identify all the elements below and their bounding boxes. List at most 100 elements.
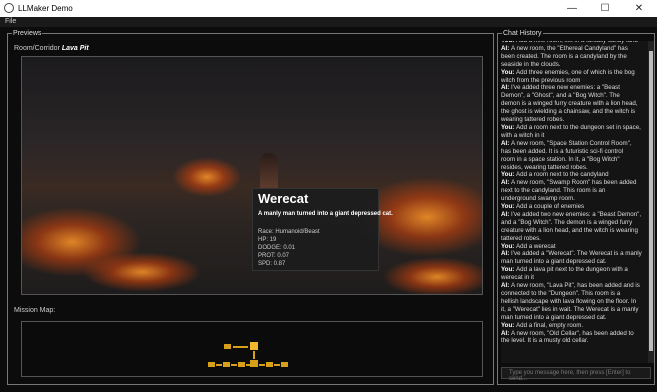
map-corridor [233,346,248,348]
minimize-button[interactable]: — [557,0,587,17]
chat-text: A new room, "Lava Pit", has been added a… [510,282,640,290]
chat-text: Add a room next to the dungeon set in sp… [516,123,641,131]
chat-line: Demon", a "Ghost", and a "Bog Witch". Th… [501,92,648,100]
chat-line: has been added. It is a futuristic sci-f… [501,148,648,156]
chat-line: You: Add a lava pit next to the dungeon … [501,266,648,274]
chat-text: Add three enemies, one of which is the b… [516,68,635,76]
chat-line: creature with a lion head, and the witch… [501,227,648,235]
scrollbar-thumb[interactable] [649,51,653,351]
chat-text: Add a werecat [516,242,556,250]
chat-text: underground swamp room. [501,195,575,203]
chat-text: resides, wearing tattered robes. [501,163,588,171]
chat-text: connected to the "Dungeon". This room is… [501,290,621,297]
chat-line: hellish landscape with lava flowing on t… [501,298,648,306]
chat-line: underground swamp room. [501,195,648,203]
chat-line: You: Add a werecat [501,243,648,251]
map-room-current[interactable] [250,342,258,350]
map-room[interactable] [238,362,245,367]
chat-scrollbar[interactable] [648,41,654,363]
chat-text: seaside in the clouds. [501,60,561,68]
lava-glow [382,257,482,294]
enemy-spd: SPD: 0.87 [258,261,286,267]
chat-text: creature with a lion head, and the witch… [501,226,638,234]
chat-line: the ghost is wielding a chainsaw, and th… [501,108,648,116]
chat-line: You: Add a room next to the dungeon set … [501,124,648,132]
chat-line: been created. The room is a candyland by… [501,53,648,61]
chat-line: man turned into a giant depressed cat. [501,314,648,322]
room-prefix: Room/Corridor [14,45,60,52]
chat-speaker: You: [501,321,517,329]
maximize-button[interactable]: ☐ [590,0,620,17]
chat-speaker: You: [501,171,517,179]
chat-text: Add a lava pit next to the dungeon with … [516,266,628,274]
chat-text: the level. It is a musty old cellar. [501,337,589,345]
enemy-tooltip: Werecat A manly man turned into a giant … [252,188,393,271]
map-corridor [216,364,222,366]
chat-line: demon is a winged furry creature with a … [501,100,648,108]
map-room[interactable] [266,362,273,367]
app-icon [4,3,14,13]
chat-text: it, a "Werecat" lies in wait. The Wereca… [501,305,639,313]
chat-line: it, a "Werecat" lies in wait. The Wereca… [501,306,648,314]
chat-speaker: AI: [501,250,511,258]
room-label: Room/Corridor Lava Pit [14,45,89,52]
chat-line: man turned into a giant depressed cat. [501,258,648,266]
close-button[interactable]: ✕ [624,0,654,17]
enemy-description: A manly man turned into a giant depresse… [258,211,393,217]
chat-line: You: Add three enemies, one of which is … [501,69,648,77]
chat-line: AI: I've added three new enemies: a "Bea… [501,84,648,92]
chat-line: seaside in the clouds. [501,61,648,69]
chat-line: wearing tattered robes. [501,116,648,124]
map-corridor [246,364,250,366]
lava-glow [172,157,242,197]
map-room[interactable] [208,362,215,367]
chat-line: You: Add a room next to the candyland [501,171,648,179]
menu-bar: File [0,17,657,27]
map-corridor [253,351,255,359]
chat-speaker: AI: [501,210,511,218]
chat-line: the level. It is a musty old cellar. [501,337,648,345]
map-corridor [274,364,280,366]
chat-line: You: Add a couple of enemies [501,203,648,211]
chat-speaker: You: [501,68,517,76]
map-room[interactable] [281,362,288,367]
chat-text: with a witch in it [501,131,545,139]
chat-line: tattered robes. [501,235,648,243]
chat-line: AI: A new room, "Lava Pit", has been add… [501,282,648,290]
enemy-race: Race: Humanoid/Beast [258,229,320,235]
chat-text: witch from the previous room [501,76,581,84]
chat-text: A new room, "Space Station Control Room"… [510,139,632,147]
enemy-dodge: DODGE: 0.01 [258,245,296,251]
window-title: LLMaker Demo [18,4,73,13]
map-corridor [259,364,265,366]
chat-line: AI: A new room, the "Ethereal Candyland"… [501,45,648,53]
chat-text: has been added. It is a futuristic sci-f… [501,147,624,155]
chat-speaker: AI: [501,44,511,52]
chat-text: Add a new room, set in a fantasy candy l… [516,41,638,44]
chat-input[interactable]: Type you message here, then press [Enter… [501,367,651,382]
chat-text: room in a space station. In it, a "Bog W… [501,155,620,163]
chat-text: A new room, "Swamp Room" has been added [510,179,637,187]
map-room[interactable] [250,360,258,367]
map-room[interactable] [223,362,230,367]
map-corridor [231,364,237,366]
mission-map [21,321,483,377]
chat-text: werecat in it [501,274,535,282]
chat-line: witch from the previous room [501,77,648,85]
chat-speaker: You: [501,242,517,250]
chat-text: Add a couple of enemies [516,203,585,211]
map-room[interactable] [224,344,231,349]
chat-text: Add a room next to the candyland [516,171,609,179]
lava-glow [82,252,202,292]
chat-text: A new room, "Old Cellar", has been added… [510,329,634,337]
previews-legend: Previews [13,30,42,37]
menu-file[interactable]: File [5,18,16,25]
chat-text: and a "Bog Witch". The demon is a winged… [501,218,633,226]
chat-line: AI: A new room, "Old Cellar", has been a… [501,330,648,338]
chat-speaker: AI: [501,84,511,92]
chat-text: been created. The room is a candyland by… [501,52,627,60]
chat-line: AI: I've added a "Werecat". The Werecat … [501,250,648,258]
chat-line: You: Add a final, empty room. [501,322,648,330]
chat-text: tattered robes. [501,234,541,242]
chat-text: Add a final, empty room. [516,321,584,329]
